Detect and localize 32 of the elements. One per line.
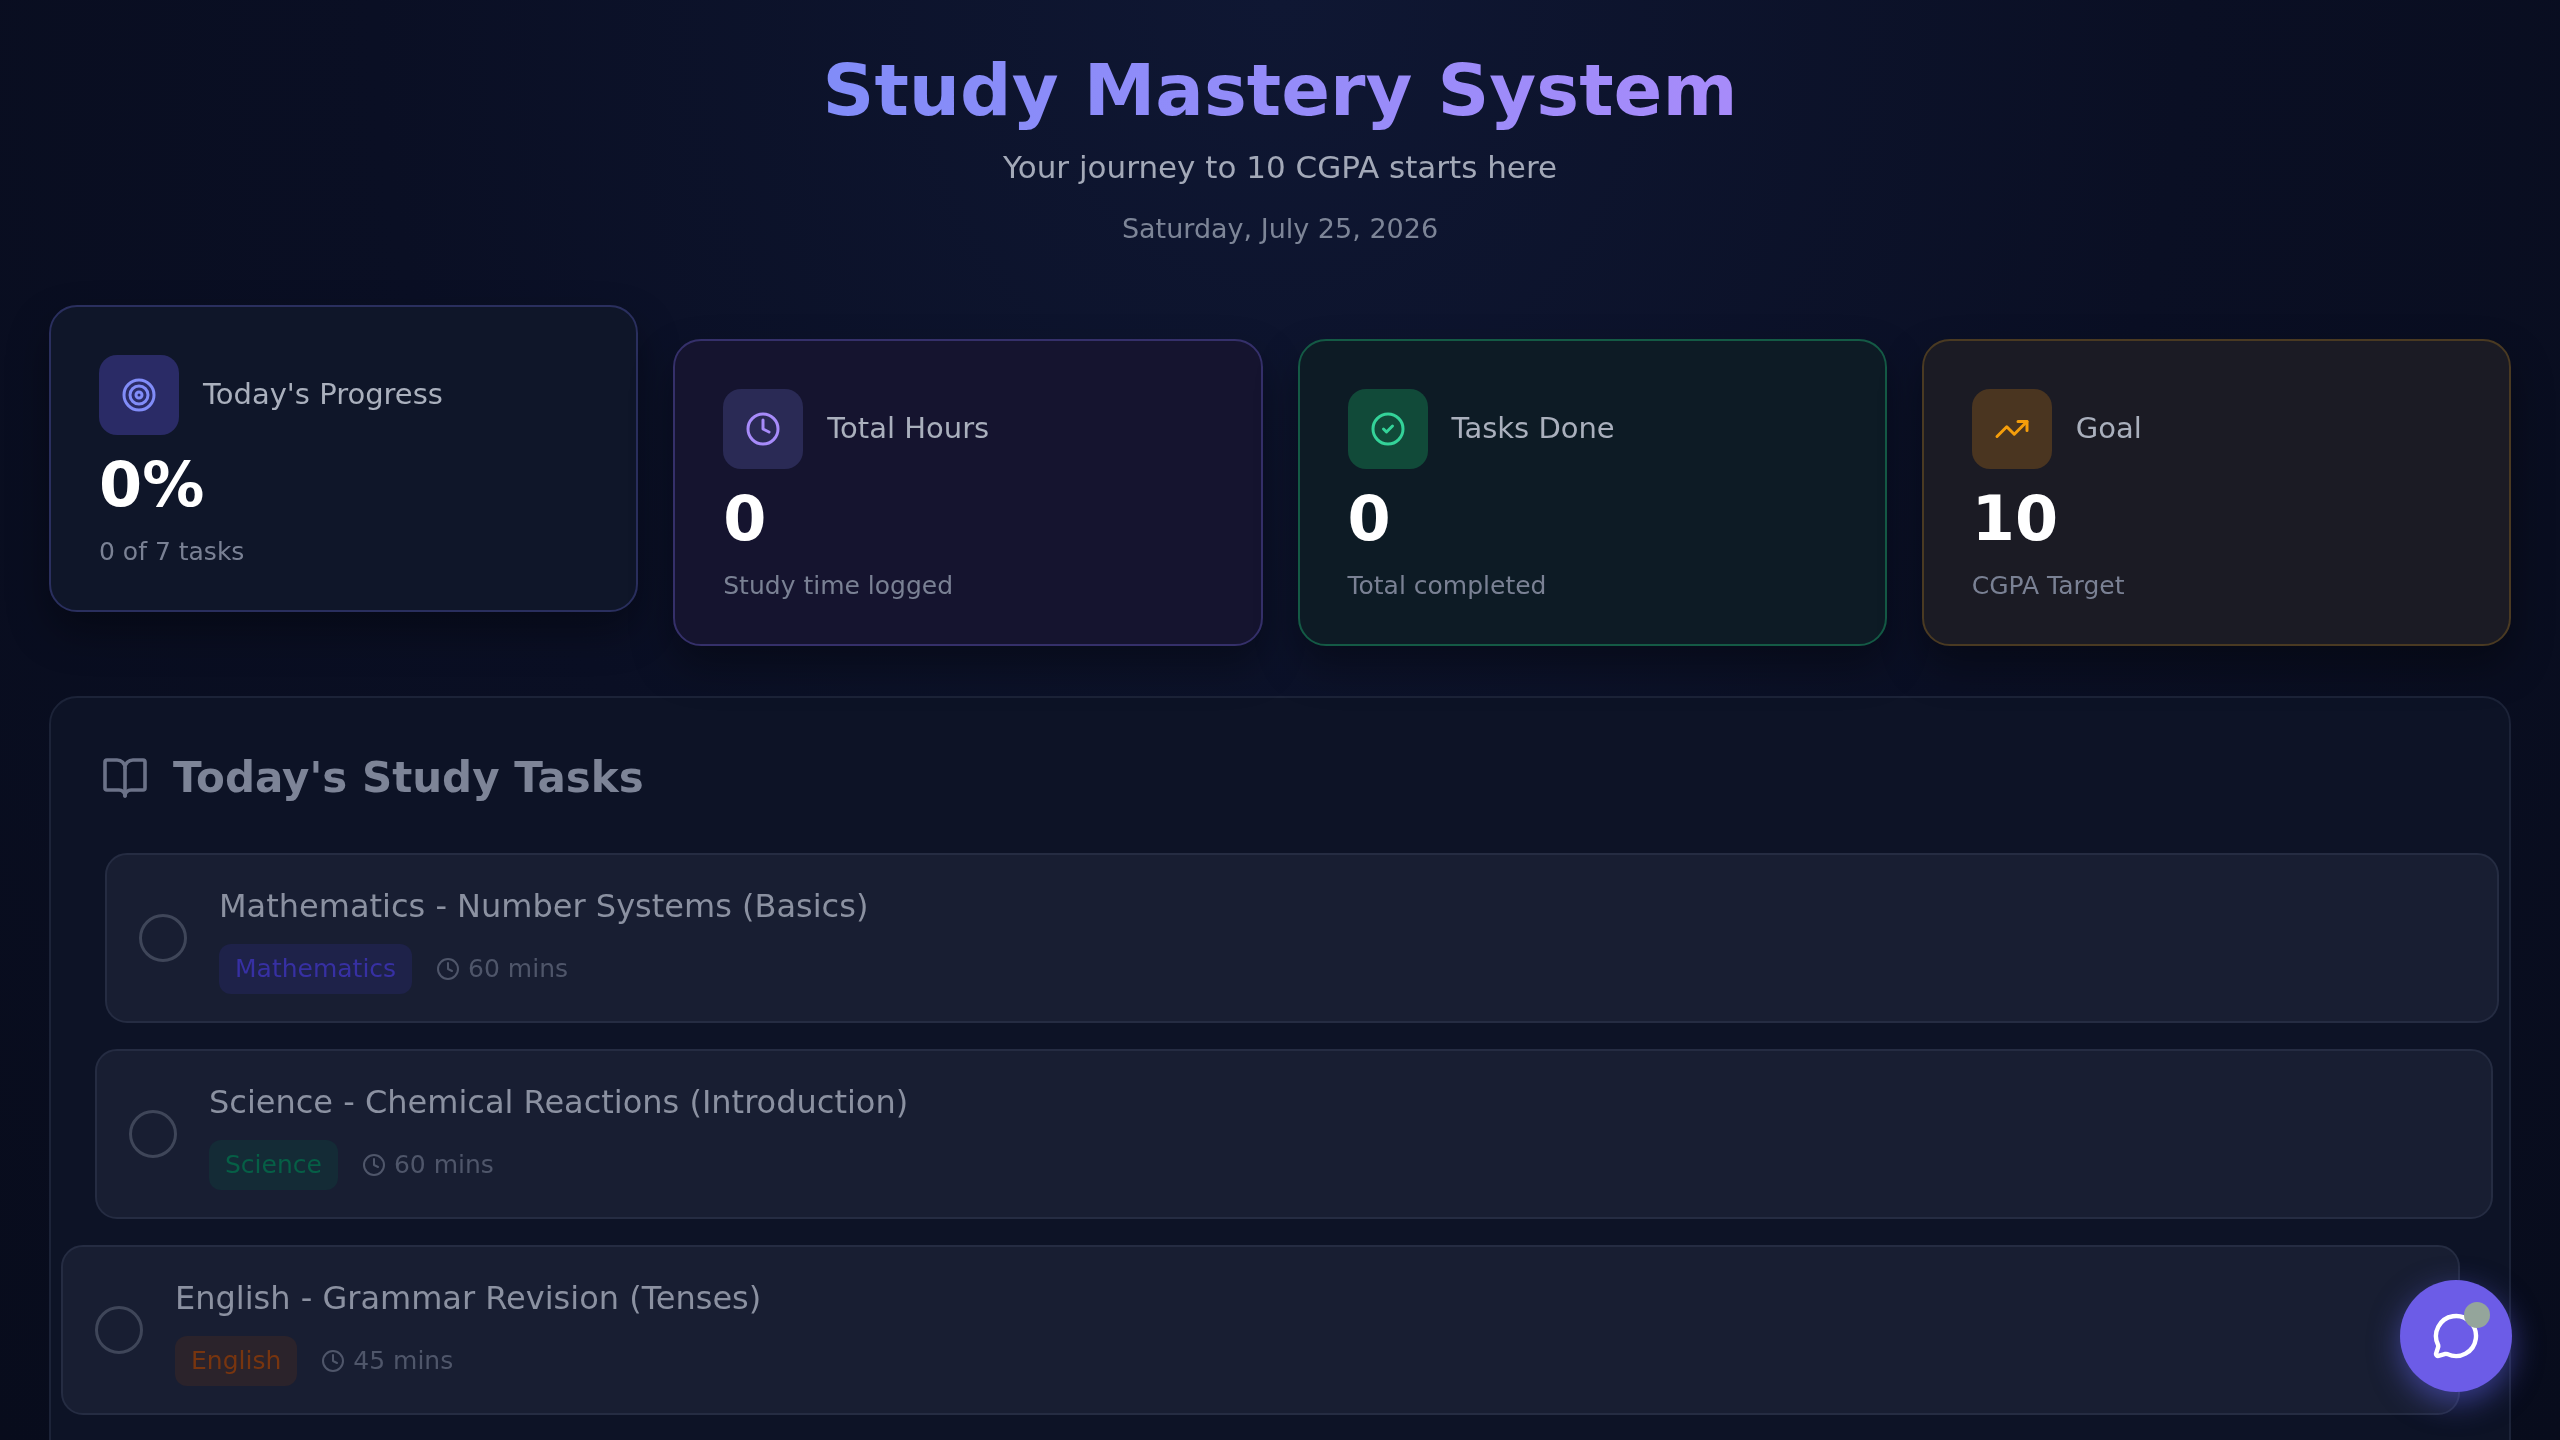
- stat-value: 0%: [99, 449, 206, 521]
- stat-value: 0: [723, 483, 768, 555]
- subject-tag: Mathematics: [219, 944, 413, 994]
- stat-label: Goal: [2075, 410, 2142, 448]
- stat-label: Today's Progress: [203, 376, 443, 414]
- stat-label: Total Hours: [827, 410, 990, 448]
- task-row[interactable]: Mathematics - Number Systems (Basics) Mathematics 60 mins: [105, 853, 2499, 1023]
- task-checkbox[interactable]: [129, 1110, 177, 1158]
- task-checkbox[interactable]: [139, 914, 187, 962]
- task-row[interactable]: English - Grammar Revision (Tenses) English 45 mins: [61, 1245, 2460, 1415]
- tasks-heading: Today's Study Tasks: [173, 752, 644, 804]
- task-duration: 60 mins: [468, 953, 569, 986]
- task-title: Mathematics - Number Systems (Basics): [219, 886, 869, 928]
- task-checkbox[interactable]: [95, 1306, 143, 1354]
- stat-caption: Total completed: [1347, 570, 1548, 602]
- subject-tag: English: [175, 1336, 298, 1386]
- clock-icon: [436, 957, 461, 981]
- stat-caption: 0 of 7 tasks: [99, 536, 246, 568]
- clock-icon: [321, 1349, 346, 1373]
- chat-icon: [2432, 1312, 2480, 1360]
- stat-caption: Study time logged: [723, 570, 955, 602]
- stat-value: 10: [1971, 483, 2060, 555]
- task-duration: 45 mins: [353, 1345, 454, 1378]
- task-duration: 60 mins: [393, 1149, 494, 1182]
- stat-caption: CGPA Target: [1971, 570, 2126, 602]
- date-text: Saturday, July 25, 2026: [1121, 211, 1439, 246]
- task-title: Science - Chemical Reactions (Introduction): [209, 1082, 909, 1124]
- subtitle: Your journey to 10 CGPA starts here: [1002, 148, 1558, 187]
- stat-label: Tasks Done: [1451, 410, 1615, 448]
- clock-icon: [361, 1153, 386, 1177]
- stat-value: 0: [1347, 483, 1392, 555]
- task-title: English - Grammar Revision (Tenses): [175, 1278, 762, 1320]
